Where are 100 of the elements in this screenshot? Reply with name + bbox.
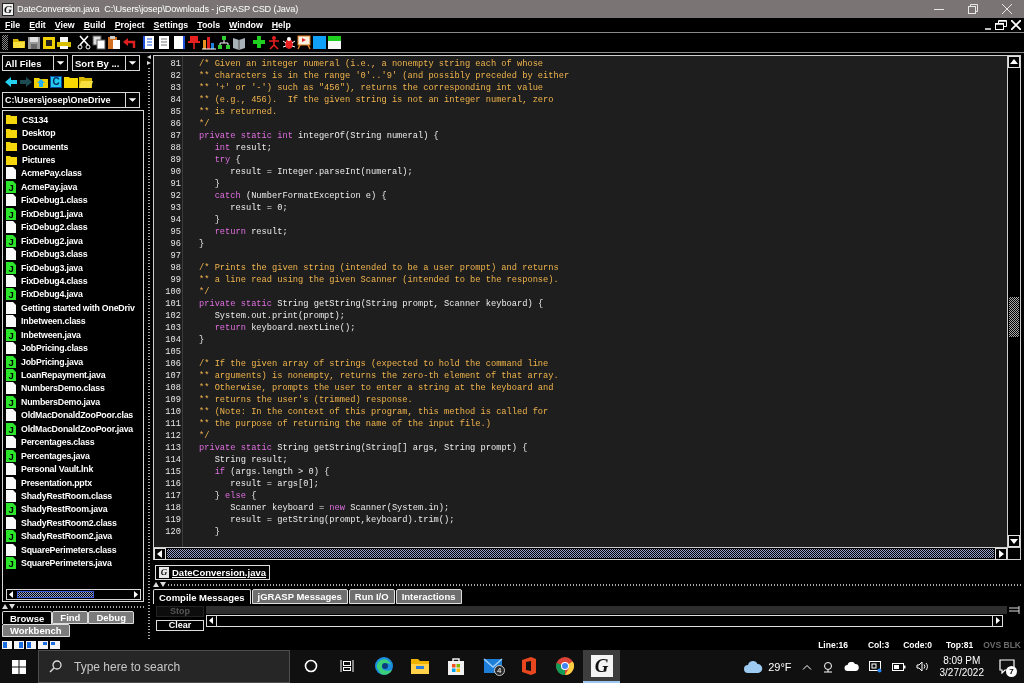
directory-entry[interactable]: J Inbetween.java xyxy=(4,328,143,342)
directory-entry[interactable]: J ShadyRestRoom2.java xyxy=(4,529,143,543)
taskbar-app[interactable]: G xyxy=(583,650,620,683)
tab[interactable]: Compile Messages xyxy=(153,589,251,604)
directory-entry[interactable]: J JobPricing.java xyxy=(4,354,143,369)
directory-entry[interactable]: J Percentages.java xyxy=(4,448,143,463)
directory-entry[interactable]: J FixDebug2.java xyxy=(4,233,143,248)
directory-entry[interactable]: J OldMacDonaldZooPoor.java xyxy=(4,422,143,436)
window-layout-icon[interactable] xyxy=(2,641,12,649)
square-icon[interactable] xyxy=(312,35,326,50)
directory-entry[interactable]: NumbersDemo.class xyxy=(4,381,143,396)
document-icon[interactable] xyxy=(42,35,56,50)
lines-icon[interactable] xyxy=(1007,606,1021,614)
tab[interactable]: Run I/O xyxy=(348,589,395,604)
clock[interactable]: 8:09 PM 3/27/2022 xyxy=(933,650,990,683)
message-button[interactable]: Clear xyxy=(156,620,204,631)
directory-entry[interactable]: J FixDebug3.java xyxy=(4,260,143,275)
directory-entry[interactable]: FixDebug4.class xyxy=(4,274,143,288)
figure-icon[interactable] xyxy=(267,35,281,50)
directory-entry[interactable]: AcmePay.class xyxy=(4,166,143,181)
directory-entry[interactable]: OldMacDonaldZooPoor.clas xyxy=(4,408,143,423)
up-down-arrows-icon[interactable] xyxy=(153,582,166,587)
directory-entry[interactable]: ShadyRestRoom.class xyxy=(4,489,143,503)
scroll-left-icon[interactable] xyxy=(154,548,166,560)
directory-entry[interactable]: J SquarePerimeters.java xyxy=(4,556,143,570)
directory-entry[interactable]: J AcmePay.java xyxy=(4,180,143,194)
tree-icon[interactable] xyxy=(217,35,231,50)
bar-chart-icon[interactable] xyxy=(202,35,216,50)
sort-dropdown[interactable]: Sort By ... xyxy=(72,55,140,71)
left-right-arrows-icon[interactable] xyxy=(147,55,151,65)
back-arrow-icon[interactable] xyxy=(4,76,18,88)
directory-entry[interactable]: J FixDebug4.java xyxy=(4,287,143,302)
menu-item[interactable]: Edit xyxy=(29,19,46,31)
directory-entry[interactable]: Percentages.class xyxy=(4,435,143,449)
directory-entry[interactable]: J FixDebug1.java xyxy=(4,207,143,221)
horizontal-scrollbar[interactable] xyxy=(206,615,1003,627)
scroll-up-icon[interactable] xyxy=(1008,56,1020,68)
directory-entry[interactable]: J LoanRepayment.java xyxy=(4,368,143,382)
directory-entry[interactable]: Documents xyxy=(4,139,143,154)
scroll-right-icon[interactable] xyxy=(995,548,1007,560)
window-layout-icon[interactable] xyxy=(26,641,36,649)
directory-entry[interactable]: ShadyRestRoom2.class xyxy=(4,516,143,530)
notifications-button[interactable]: 7 xyxy=(990,650,1024,683)
vertical-scrollbar[interactable] xyxy=(1007,56,1020,547)
page-icon[interactable] xyxy=(172,35,186,50)
menu-item[interactable]: Build xyxy=(83,19,106,31)
horizontal-scrollbar[interactable] xyxy=(6,589,141,600)
directory-entry[interactable]: CS134 xyxy=(4,113,143,127)
tab[interactable]: Find xyxy=(52,611,89,624)
path-dropdown[interactable]: C:\Users\josep\OneDrive xyxy=(2,92,140,108)
folder-up-icon[interactable] xyxy=(34,76,48,88)
directory-entry[interactable]: Presentation.pptx xyxy=(4,475,143,490)
menu-item[interactable]: Help xyxy=(271,19,291,31)
lined-page-icon[interactable] xyxy=(142,35,156,50)
bug-icon[interactable] xyxy=(282,35,296,50)
folder-icon[interactable] xyxy=(64,76,78,88)
tab[interactable]: jGRASP Messages xyxy=(251,589,348,604)
scroll-down-icon[interactable] xyxy=(1008,535,1020,547)
menu-item[interactable]: Tools xyxy=(197,19,221,31)
directory-entry[interactable]: Inbetween.class xyxy=(4,314,143,328)
window-layout-icon[interactable] xyxy=(14,641,24,649)
tab[interactable]: Debug xyxy=(88,611,134,624)
document-tab[interactable]: G DateConversion.java xyxy=(155,565,270,580)
toolbar-grip[interactable] xyxy=(2,35,8,50)
directory-entry[interactable]: SquarePerimeters.class xyxy=(4,543,143,557)
search-field[interactable]: Type here to search xyxy=(38,650,290,683)
directory-entry[interactable]: Personal Vault.lnk xyxy=(4,462,143,476)
presentation-icon[interactable] xyxy=(297,35,311,50)
pushpin-icon[interactable] xyxy=(187,35,201,50)
copy-icon[interactable] xyxy=(92,35,106,50)
window-layout-icon[interactable] xyxy=(50,641,60,649)
scissors-icon[interactable] xyxy=(77,35,91,50)
directory-entry[interactable]: FixDebug1.class xyxy=(4,193,143,208)
directory-entry[interactable]: J NumbersDemo.java xyxy=(4,395,143,409)
menu-item[interactable]: Project xyxy=(114,19,145,31)
up-down-arrows-icon[interactable] xyxy=(2,604,15,609)
scrollbar-thumb[interactable] xyxy=(167,549,994,558)
directory-entry[interactable]: JobPricing.class xyxy=(4,341,143,355)
book-icon[interactable] xyxy=(232,35,246,50)
tab[interactable]: Workbench xyxy=(2,624,70,637)
printer-icon[interactable] xyxy=(57,35,71,50)
refresh-icon[interactable]: C xyxy=(50,76,62,88)
menu-item[interactable]: View xyxy=(54,19,75,31)
scrollbar-thumb[interactable] xyxy=(1009,297,1019,337)
scrollbar-thumb[interactable] xyxy=(17,591,94,598)
tab[interactable]: Interactions xyxy=(395,589,462,604)
undo-icon[interactable] xyxy=(122,35,136,50)
taskbar-app[interactable]: 4 xyxy=(474,650,511,683)
restore-button[interactable] xyxy=(995,20,1007,30)
menu-item[interactable]: File xyxy=(5,19,21,31)
directory-entry[interactable]: FixDebug3.class xyxy=(4,247,143,261)
menu-item[interactable]: Window xyxy=(229,19,263,31)
tab[interactable]: Browse xyxy=(2,611,53,624)
directory-entry[interactable]: Getting started with OneDriv xyxy=(4,301,143,315)
page-icon[interactable] xyxy=(157,35,171,50)
directory-entry[interactable]: Desktop xyxy=(4,126,143,140)
file-filter-dropdown[interactable]: All Files xyxy=(2,55,68,71)
close-button[interactable] xyxy=(1011,20,1021,30)
window-layout-icon[interactable] xyxy=(38,641,48,649)
weather-button[interactable]: 29°F xyxy=(738,650,797,683)
